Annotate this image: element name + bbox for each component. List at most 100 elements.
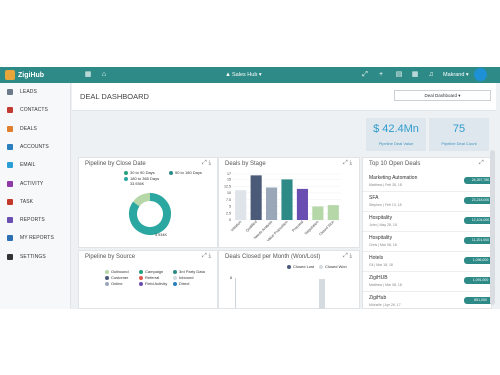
deal-meta: John | May 28, 18: [369, 223, 397, 227]
legend-item: Referral: [139, 275, 159, 280]
legend-item: Closed Lost: [287, 264, 314, 269]
deal-meta: Stephen | Feb 13, 18: [369, 203, 402, 207]
bar-qualified[interactable]: [250, 175, 262, 220]
sidebar-item-label: ACTIVITY: [20, 180, 44, 187]
sidebar-item-label: REPORTS: [20, 217, 45, 224]
panel-title: Deals Closed per Month (Won/Lost): [225, 254, 321, 260]
hub-selector[interactable]: Sales Hub ▾: [232, 70, 262, 80]
x-tick-label: Qualified: [245, 220, 258, 233]
app-shell: ZigiHub ▦ ⌂ ▴ Sales Hub ▾ ⤢ + ▤ ▦ ♫ Makr…: [0, 67, 500, 309]
legend-dot-icon: [319, 264, 323, 269]
legend-label: Inbound: [179, 275, 194, 280]
deal-amount-badge: 11,201,000: [464, 237, 491, 244]
legend-dot-icon: [139, 281, 143, 286]
deal-row[interactable]: Hotels Gil | Mar 18, 18 1,096,000: [363, 252, 491, 272]
hub-selector-label: Sales Hub: [232, 72, 258, 78]
expand-panel-icon[interactable]: ⤢: [479, 160, 484, 167]
kpi-label: Pipeline Deal Value: [378, 141, 414, 146]
x-tick-label: Proposal: [291, 220, 304, 233]
x-tick-label: Closed Won: [318, 220, 335, 237]
y-tick-label: 0: [229, 218, 231, 222]
legend-dot-icon: [287, 264, 291, 269]
zigihub-logo-icon: [5, 70, 15, 80]
bar-value-proposition[interactable]: [281, 179, 293, 220]
sidebar-item-reports[interactable]: REPORTS: [0, 213, 71, 227]
calculator-icon[interactable]: ▤: [394, 70, 404, 80]
deal-row[interactable]: Hospitality Chris | Mar 08, 18 11,201,000: [363, 232, 491, 252]
bar-proposal[interactable]: [296, 188, 308, 220]
sidebar-item-settings[interactable]: SETTINGS: [0, 250, 71, 264]
main-content: DEAL DASHBOARD Deal Dashboard ▾ $ 42.4Mn…: [72, 83, 496, 309]
legend-label: Campaign: [145, 269, 164, 274]
deal-meta: Gil | Mar 18, 18: [369, 263, 393, 267]
panel-top-open-deals: Top 10 Open Deals ⤢ Marketing Automation…: [362, 157, 492, 309]
sidebar-item-contacts[interactable]: CONTACTS: [0, 103, 71, 117]
deal-meta: Matthew | Feb 28, 18: [369, 183, 402, 187]
deal-name: Hotels: [369, 255, 384, 261]
bar-needs-analysis[interactable]: [266, 187, 278, 220]
add-icon[interactable]: +: [376, 70, 386, 80]
expand-panel-icon[interactable]: ⤢: [343, 253, 348, 259]
deal-row[interactable]: ZigiHub Michelle | Apr 26, 17 851,000: [363, 292, 491, 308]
deal-name: Hospitality: [369, 215, 393, 221]
app-name: ZigiHub: [18, 71, 45, 79]
page-header: DEAL DASHBOARD Deal Dashboard ▾: [72, 83, 496, 111]
legend-item: Customer: [105, 275, 128, 280]
y-tick-label: 10: [227, 191, 231, 195]
y-tick-label: 8: [230, 276, 232, 280]
sidebar-item-my-reports[interactable]: MY REPORTS: [0, 231, 71, 245]
sidebar-item-task[interactable]: TASK: [0, 195, 71, 209]
deal-amount-badge: 24,397,780: [464, 177, 491, 184]
sidebar-item-activity[interactable]: ACTIVITY: [0, 177, 71, 191]
y-tick-label: 12.5: [224, 184, 231, 188]
download-icon[interactable]: ⤓: [349, 253, 352, 259]
deal-meta: Matthew | Mar 08, 18: [369, 283, 402, 287]
apps-grid-icon[interactable]: ▦: [83, 70, 93, 80]
deal-amount-badge: 1,096,000: [464, 257, 491, 264]
deal-row[interactable]: Hospitality John | May 28, 18 12,104,000: [363, 212, 491, 232]
legend-dot-icon: [139, 275, 143, 280]
accounts-icon: [7, 143, 13, 150]
download-icon[interactable]: ⤓: [208, 253, 211, 259]
legend-item: Field Activity: [139, 281, 167, 286]
legend-dot-icon: [173, 269, 177, 274]
avatar[interactable]: [474, 68, 487, 81]
app-logo[interactable]: ZigiHub: [5, 69, 44, 81]
legend-dot-icon: [105, 281, 109, 286]
legend-dot-icon: [173, 275, 177, 280]
sidebar-item-accounts[interactable]: ACCOUNTS: [0, 140, 71, 154]
legend-label: Online: [111, 281, 123, 286]
bar-closed-won[interactable]: [327, 205, 339, 220]
bar-initiation[interactable]: [235, 190, 247, 220]
deal-name: SFA: [369, 195, 379, 201]
donut-label-bottom: 5.934K: [155, 233, 168, 237]
legend-item: Direct: [173, 281, 189, 286]
deal-amount-badge: 12,104,000: [464, 217, 491, 224]
donut-slice[interactable]: [133, 193, 151, 207]
legend-item: Online: [105, 281, 123, 286]
sidebar-item-label: SETTINGS: [20, 253, 46, 260]
deal-name: ZigiHUB: [369, 275, 388, 281]
kpi-value: 75: [452, 123, 466, 135]
expand-icon[interactable]: ⤢: [360, 70, 370, 80]
deals-by-stage-chart: 171512.5107.552.50 Initiation QualifiedNee…: [224, 172, 341, 242]
expand-panel-icon[interactable]: ⤢: [202, 253, 207, 259]
sidebar-item-label: CONTACTS: [20, 107, 48, 114]
dashboard-select[interactable]: Deal Dashboard ▾: [394, 90, 491, 101]
deal-list: Marketing Automation Matthew | Feb 28, 18…: [363, 172, 491, 308]
panel-deals-closed-month: Deals Closed per Month (Won/Lost) ⤢ ⤓ Cl…: [218, 250, 360, 309]
sidebar-item-email[interactable]: EMAIL: [0, 158, 71, 172]
app-window: ZigiHub ▦ ⌂ ▴ Sales Hub ▾ ⤢ + ▤ ▦ ♫ Makr…: [0, 0, 500, 375]
deal-row[interactable]: SFA Stephen | Feb 13, 18 23,218,000: [363, 192, 491, 212]
notification-bell-icon[interactable]: ♫: [426, 70, 436, 80]
scrollbar[interactable]: [490, 150, 495, 305]
deal-row[interactable]: Marketing Automation Matthew | Feb 28, 18…: [363, 172, 491, 192]
sidebar-item-deals[interactable]: DEALS: [0, 122, 71, 136]
calendar-icon[interactable]: ▦: [410, 70, 420, 80]
home-icon[interactable]: ⌂: [99, 70, 109, 80]
bar-negotiation[interactable]: [312, 206, 324, 220]
legend-label: Customer: [111, 275, 129, 280]
deal-row[interactable]: ZigiHUB Matthew | Mar 08, 18 1,091,000: [363, 272, 491, 292]
user-menu[interactable]: Makrand ▾: [443, 70, 469, 80]
sidebar-item-leads[interactable]: LEADS: [0, 85, 71, 99]
